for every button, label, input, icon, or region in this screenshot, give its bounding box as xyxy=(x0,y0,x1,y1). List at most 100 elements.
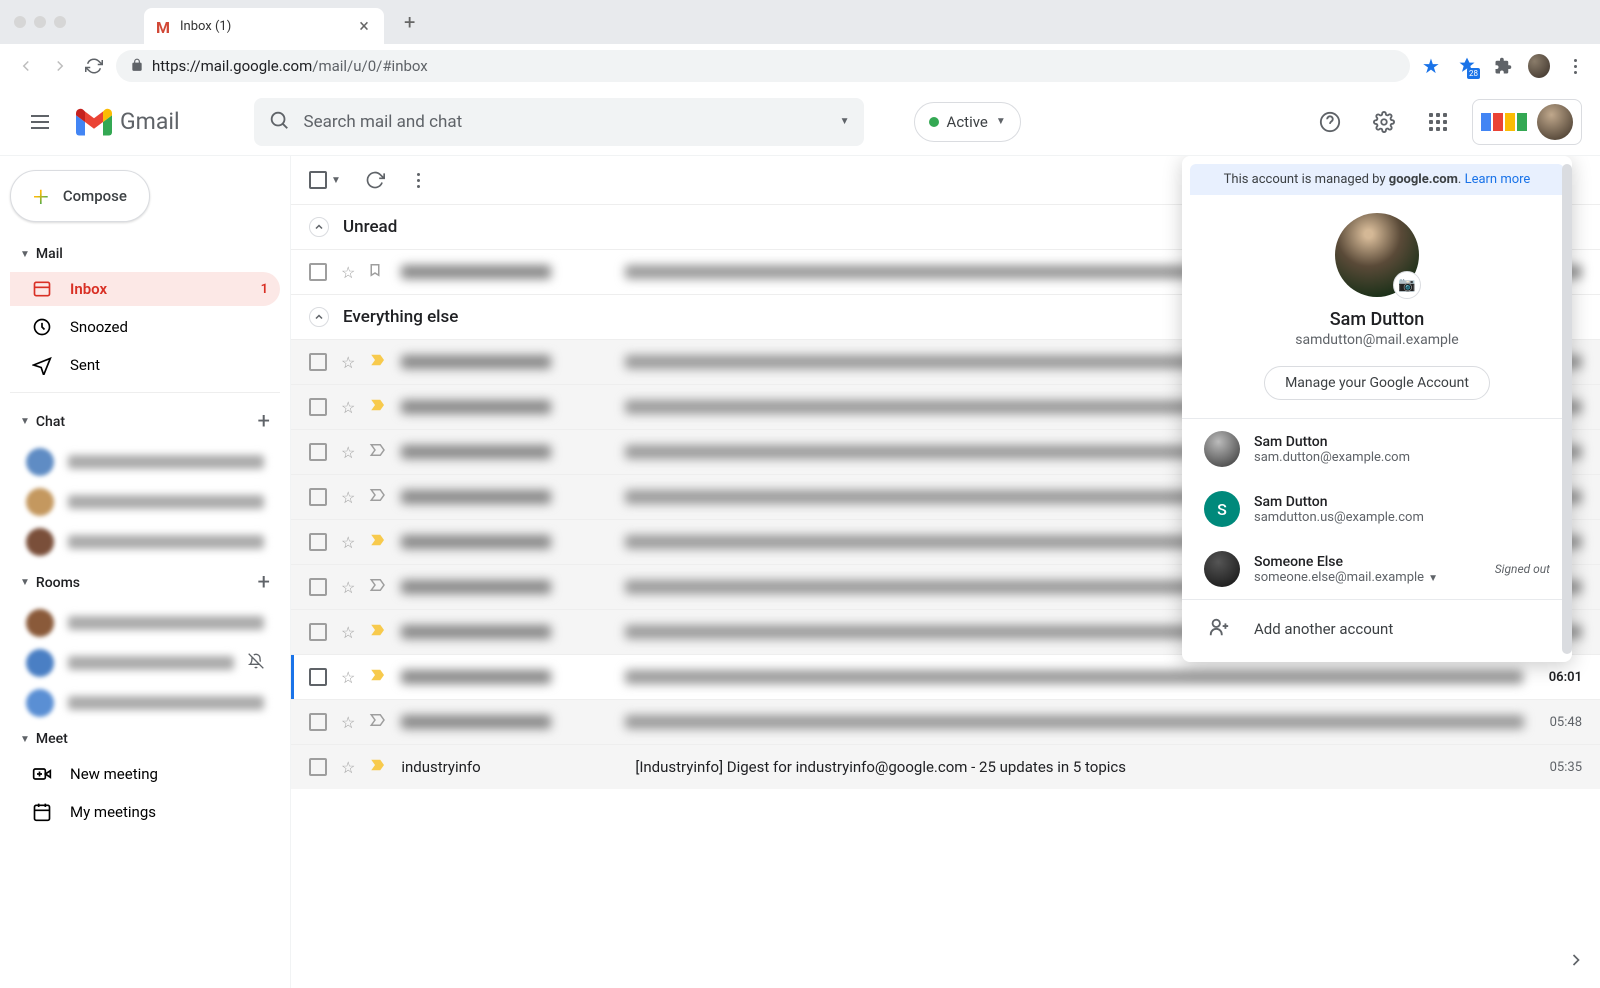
row-checkbox[interactable] xyxy=(309,488,327,506)
more-icon[interactable] xyxy=(409,170,429,190)
star-icon[interactable]: ☆ xyxy=(341,263,355,282)
person-add-icon xyxy=(1208,616,1232,642)
managed-banner: This account is managed by google.com. L… xyxy=(1190,164,1564,195)
important-icon[interactable] xyxy=(369,666,387,688)
sidebar-item-new-meeting[interactable]: New meeting xyxy=(10,757,280,791)
camera-icon[interactable]: 📷 xyxy=(1393,271,1421,299)
important-icon[interactable] xyxy=(369,756,387,778)
extension-icon[interactable]: 28 xyxy=(1456,55,1478,77)
account-item[interactable]: Sam Dutton sam.dutton@example.com xyxy=(1182,419,1572,479)
forward-button[interactable] xyxy=(48,54,72,78)
sidebar-item-inbox[interactable]: Inbox 1 xyxy=(10,272,280,306)
learn-more-link[interactable]: Learn more xyxy=(1465,172,1531,187)
gmail-header: Gmail Search mail and chat ▼ Active ▼ xyxy=(0,88,1600,156)
chevron-down-icon: ▼ xyxy=(996,116,1006,127)
row-checkbox[interactable] xyxy=(309,578,327,596)
label-icon[interactable] xyxy=(369,711,387,733)
sidebar-section-chat[interactable]: ▼ Chat + xyxy=(10,403,280,440)
side-panel-toggle-icon[interactable] xyxy=(1566,950,1586,974)
add-account-button[interactable]: Add another account xyxy=(1182,600,1572,658)
chat-item[interactable] xyxy=(10,524,280,560)
minimize-window[interactable] xyxy=(34,16,46,28)
star-icon[interactable]: ☆ xyxy=(341,623,355,642)
room-item[interactable] xyxy=(10,605,280,641)
maximize-window[interactable] xyxy=(54,16,66,28)
close-window[interactable] xyxy=(14,16,26,28)
label-icon[interactable] xyxy=(369,261,387,283)
close-tab-icon[interactable]: × xyxy=(356,16,372,37)
bookmark-star-icon[interactable]: ★ xyxy=(1420,55,1442,77)
compose-button[interactable]: + Compose xyxy=(10,170,150,222)
select-all-checkbox[interactable]: ▼ xyxy=(309,171,341,189)
row-checkbox[interactable] xyxy=(309,713,327,731)
label-icon[interactable] xyxy=(369,576,387,598)
active-dot-icon xyxy=(929,117,939,127)
scrollbar[interactable] xyxy=(1562,164,1572,654)
refresh-icon[interactable] xyxy=(365,170,385,190)
row-checkbox[interactable] xyxy=(309,668,327,686)
star-icon[interactable]: ☆ xyxy=(341,713,355,732)
sidebar-section-meet[interactable]: ▼ Meet xyxy=(10,725,280,753)
search-placeholder: Search mail and chat xyxy=(304,112,826,132)
important-icon[interactable] xyxy=(369,396,387,418)
sidebar-item-snoozed[interactable]: Snoozed xyxy=(10,310,280,344)
reload-button[interactable] xyxy=(82,54,106,78)
chat-item[interactable] xyxy=(10,484,280,520)
star-icon[interactable]: ☆ xyxy=(341,398,355,417)
star-icon[interactable]: ☆ xyxy=(341,758,355,777)
send-icon xyxy=(32,355,52,375)
manage-account-button[interactable]: Manage your Google Account xyxy=(1264,366,1490,400)
main-menu-button[interactable] xyxy=(18,100,62,144)
add-chat-icon[interactable]: + xyxy=(258,409,270,434)
gmail-logo[interactable]: Gmail xyxy=(76,108,180,136)
account-item[interactable]: Someone Else someone.else@mail.example▼ … xyxy=(1182,539,1572,599)
label-icon[interactable] xyxy=(369,441,387,463)
important-icon[interactable] xyxy=(369,351,387,373)
row-checkbox[interactable] xyxy=(309,623,327,641)
star-icon[interactable]: ☆ xyxy=(341,668,355,687)
sidebar-section-rooms[interactable]: ▼ Rooms + xyxy=(10,564,280,601)
row-checkbox[interactable] xyxy=(309,443,327,461)
help-icon[interactable] xyxy=(1310,102,1350,142)
room-item[interactable] xyxy=(10,685,280,721)
row-checkbox[interactable] xyxy=(309,533,327,551)
search-bar[interactable]: Search mail and chat ▼ xyxy=(254,98,864,146)
browser-menu-icon[interactable] xyxy=(1564,55,1586,77)
sidebar-item-sent[interactable]: Sent xyxy=(10,348,280,382)
sidebar-section-mail[interactable]: ▼ Mail xyxy=(10,240,280,268)
mail-row[interactable]: ☆ 05:48 xyxy=(291,699,1600,744)
settings-gear-icon[interactable] xyxy=(1364,102,1404,142)
url-field[interactable]: https://mail.google.com/mail/u/0/#inbox xyxy=(116,50,1410,82)
extensions-menu-icon[interactable] xyxy=(1492,55,1514,77)
back-button[interactable] xyxy=(14,54,38,78)
add-room-icon[interactable]: + xyxy=(258,570,270,595)
mail-time: 05:48 xyxy=(1538,715,1582,730)
browser-tab[interactable]: M Inbox (1) × xyxy=(144,8,384,44)
status-chip[interactable]: Active ▼ xyxy=(914,102,1021,142)
star-icon[interactable]: ☆ xyxy=(341,443,355,462)
row-checkbox[interactable] xyxy=(309,758,327,776)
star-icon[interactable]: ☆ xyxy=(341,353,355,372)
apps-grid-icon[interactable] xyxy=(1418,102,1458,142)
row-checkbox[interactable] xyxy=(309,353,327,371)
org-account-switcher[interactable] xyxy=(1472,99,1582,145)
profile-avatar-icon[interactable] xyxy=(1528,55,1550,77)
star-icon[interactable]: ☆ xyxy=(341,578,355,597)
row-checkbox[interactable] xyxy=(309,398,327,416)
mail-row[interactable]: ☆industryinfo[Industryinfo] Digest for i… xyxy=(291,744,1600,789)
new-tab-button[interactable]: + xyxy=(392,10,427,34)
account-avatar-icon xyxy=(1204,551,1240,587)
search-options-icon[interactable]: ▼ xyxy=(840,116,850,127)
row-checkbox[interactable] xyxy=(309,263,327,281)
chevron-up-icon xyxy=(309,217,329,237)
sidebar-item-my-meetings[interactable]: My meetings xyxy=(10,795,280,829)
label-icon[interactable] xyxy=(369,486,387,508)
star-icon[interactable]: ☆ xyxy=(341,533,355,552)
chat-item[interactable] xyxy=(10,444,280,480)
star-icon[interactable]: ☆ xyxy=(341,488,355,507)
room-item[interactable] xyxy=(10,645,280,681)
important-icon[interactable] xyxy=(369,621,387,643)
window-controls[interactable] xyxy=(14,16,66,28)
account-item[interactable]: S Sam Dutton samdutton.us@example.com xyxy=(1182,479,1572,539)
important-icon[interactable] xyxy=(369,531,387,553)
